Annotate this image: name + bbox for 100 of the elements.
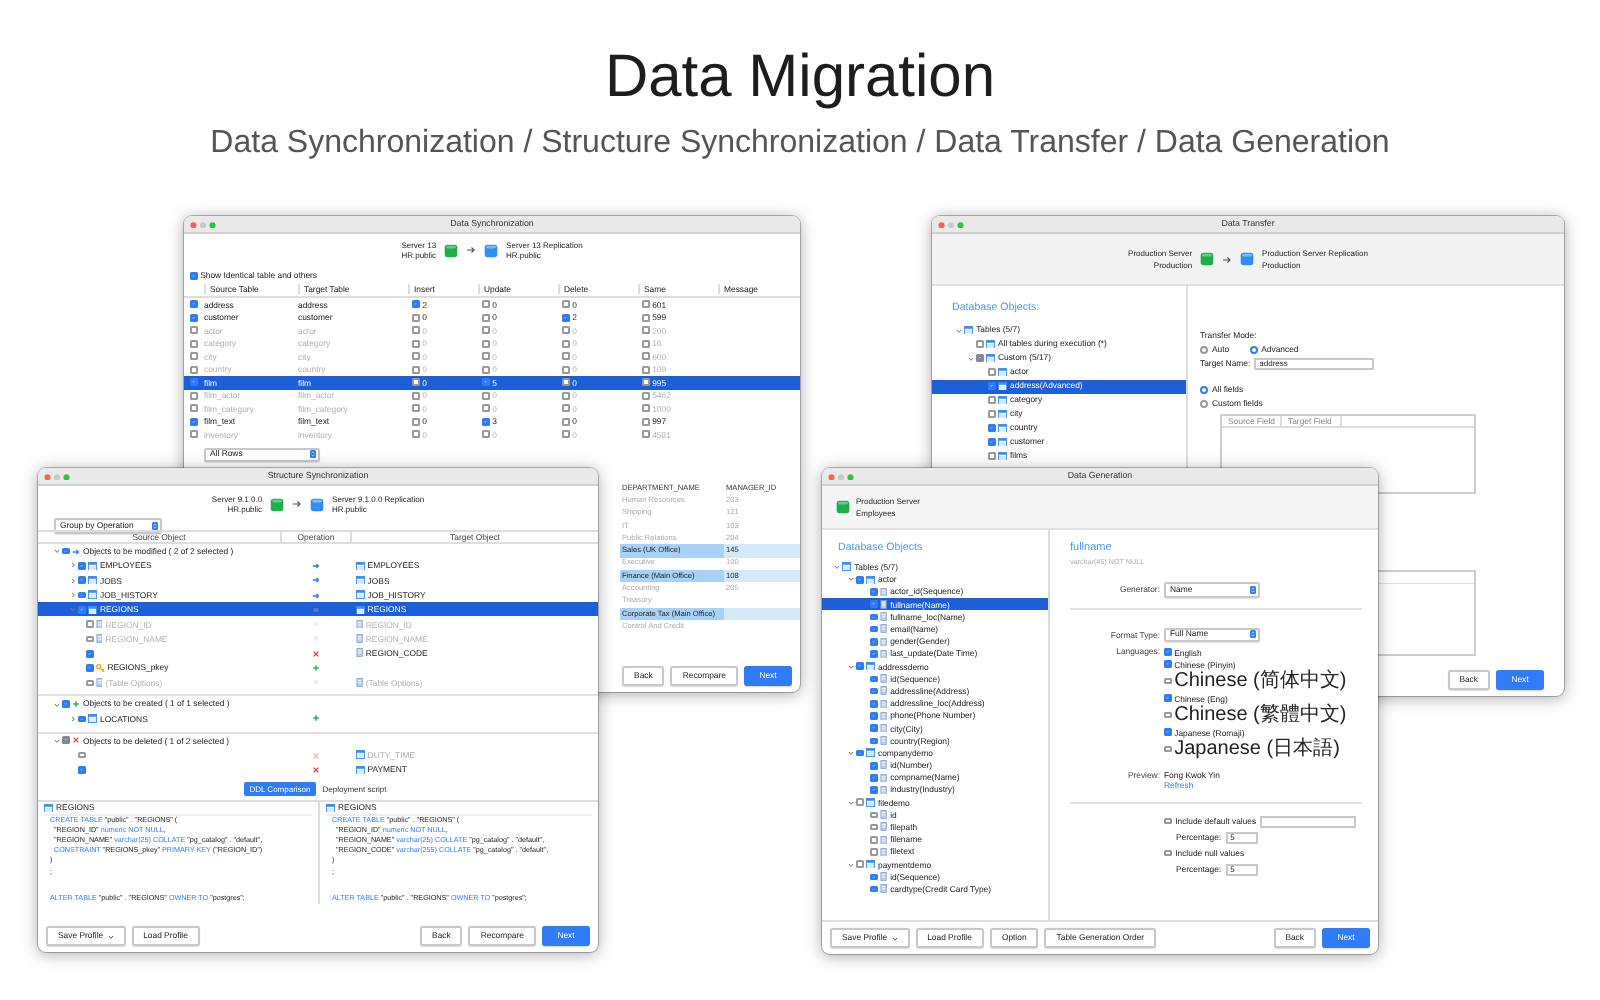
- checkbox[interactable]: [412, 313, 420, 322]
- checkbox[interactable]: [190, 391, 198, 400]
- checkbox[interactable]: [62, 700, 70, 708]
- checkbox[interactable]: [190, 404, 198, 413]
- checkbox[interactable]: [870, 699, 878, 708]
- checkbox[interactable]: [642, 339, 650, 348]
- checkbox[interactable]: [482, 326, 490, 335]
- checkbox[interactable]: [870, 600, 878, 609]
- checkbox[interactable]: [62, 547, 70, 555]
- checkbox[interactable]: [856, 576, 864, 584]
- checkbox[interactable]: [412, 430, 420, 439]
- checkbox[interactable]: [190, 326, 198, 335]
- chevron-icon[interactable]: [70, 715, 76, 722]
- checkbox[interactable]: [976, 340, 984, 348]
- chevron-icon[interactable]: [70, 592, 76, 599]
- checkbox[interactable]: [412, 365, 420, 374]
- checkbox[interactable]: [482, 417, 490, 426]
- checkbox[interactable]: [482, 313, 490, 322]
- checkbox[interactable]: [642, 313, 650, 322]
- checkbox[interactable]: [190, 339, 198, 348]
- radio-button[interactable]: [1200, 345, 1208, 353]
- checkbox[interactable]: [988, 410, 996, 418]
- checkbox[interactable]: [642, 365, 650, 374]
- checkbox[interactable]: [870, 724, 878, 732]
- checkbox[interactable]: [482, 365, 490, 374]
- checkbox[interactable]: [870, 638, 878, 646]
- checkbox[interactable]: [870, 687, 878, 695]
- chevron-icon[interactable]: [848, 750, 854, 757]
- checkbox[interactable]: [642, 300, 650, 309]
- checkbox[interactable]: [482, 391, 490, 400]
- checkbox[interactable]: [86, 620, 94, 628]
- chevron-icon[interactable]: [70, 562, 76, 569]
- checkbox[interactable]: [412, 339, 420, 348]
- checkbox[interactable]: [870, 588, 878, 596]
- checkbox[interactable]: [870, 737, 878, 745]
- chevron-icon[interactable]: [848, 799, 854, 806]
- checkbox[interactable]: [988, 382, 996, 390]
- checkbox[interactable]: [190, 352, 198, 361]
- checkbox[interactable]: [190, 365, 198, 374]
- checkbox[interactable]: [78, 562, 86, 570]
- checkbox[interactable]: [988, 452, 996, 460]
- checkbox[interactable]: [78, 751, 86, 759]
- window-controls[interactable]: [44, 474, 70, 481]
- checkbox[interactable]: [190, 378, 198, 387]
- input-field[interactable]: [1260, 815, 1357, 828]
- checkbox[interactable]: [642, 352, 650, 361]
- checkbox[interactable]: [190, 272, 198, 280]
- checkbox[interactable]: [870, 774, 878, 782]
- checkbox[interactable]: [870, 613, 878, 621]
- checkbox[interactable]: [78, 606, 86, 614]
- chevron-icon[interactable]: [848, 861, 854, 868]
- checkbox[interactable]: [562, 404, 570, 413]
- checkbox[interactable]: [190, 300, 198, 309]
- checkbox[interactable]: [562, 339, 570, 348]
- checkbox[interactable]: [1164, 660, 1172, 668]
- checkbox[interactable]: [482, 339, 490, 348]
- checkbox[interactable]: [78, 591, 86, 599]
- window-controls[interactable]: [938, 222, 964, 229]
- checkbox[interactable]: [870, 873, 878, 881]
- checkbox[interactable]: [86, 635, 94, 643]
- checkbox[interactable]: [190, 430, 198, 439]
- checkbox[interactable]: [412, 404, 420, 413]
- checkbox[interactable]: [412, 326, 420, 335]
- checkbox[interactable]: [62, 736, 70, 744]
- chevron-icon[interactable]: [54, 701, 60, 708]
- checkbox[interactable]: [190, 313, 198, 322]
- checkbox[interactable]: [870, 650, 878, 658]
- checkbox[interactable]: [870, 786, 878, 794]
- checkbox[interactable]: [562, 313, 570, 322]
- chevron-icon[interactable]: [848, 663, 854, 670]
- checkbox[interactable]: [1164, 677, 1172, 685]
- window-controls[interactable]: [190, 222, 216, 229]
- checkbox[interactable]: [412, 417, 420, 426]
- checkbox[interactable]: [1164, 817, 1172, 825]
- checkbox[interactable]: [642, 430, 650, 439]
- chevron-icon[interactable]: [70, 577, 76, 584]
- chevron-icon[interactable]: [956, 327, 962, 334]
- checkbox[interactable]: [86, 649, 94, 658]
- checkbox[interactable]: [976, 354, 984, 362]
- checkbox[interactable]: [1164, 694, 1172, 702]
- checkbox[interactable]: [988, 438, 996, 446]
- checkbox[interactable]: [870, 848, 878, 856]
- checkbox[interactable]: [856, 749, 864, 757]
- checkbox[interactable]: [988, 424, 996, 432]
- chevron-icon[interactable]: [848, 576, 854, 583]
- checkbox[interactable]: [562, 352, 570, 361]
- checkbox[interactable]: [412, 352, 420, 361]
- checkbox[interactable]: [482, 352, 490, 361]
- checkbox[interactable]: [642, 378, 650, 387]
- checkbox[interactable]: [412, 378, 420, 387]
- checkbox[interactable]: [412, 391, 420, 400]
- checkbox[interactable]: [190, 417, 198, 426]
- chevron-icon[interactable]: [54, 737, 60, 744]
- checkbox[interactable]: [642, 404, 650, 413]
- radio-button[interactable]: [1249, 345, 1258, 353]
- checkbox[interactable]: [870, 625, 878, 633]
- checkbox[interactable]: [1164, 711, 1172, 719]
- checkbox[interactable]: [482, 378, 490, 387]
- radio-button[interactable]: [1200, 385, 1208, 393]
- checkbox[interactable]: [562, 300, 570, 309]
